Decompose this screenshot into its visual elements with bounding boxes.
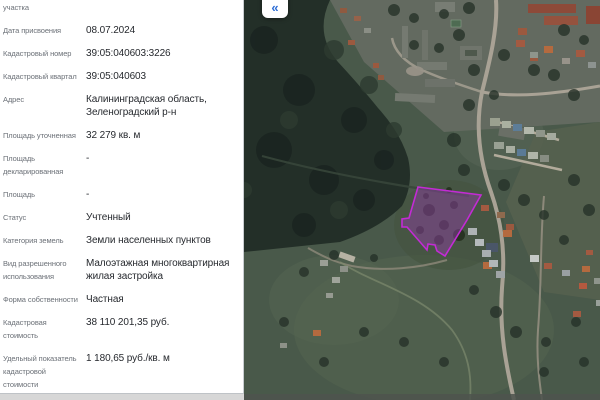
- attribute-label: Форма собственности: [3, 293, 86, 306]
- attribute-label: Кадастровая стоимость: [3, 316, 86, 342]
- attribute-label: Статус: [3, 211, 86, 224]
- attribute-value: 08.07.2024: [86, 24, 243, 37]
- attribute-row: Кадастровая стоимость 38 110 201,35 руб.: [3, 316, 243, 342]
- attribute-value: 39:05:040603:3226: [86, 47, 243, 60]
- attribute-label: Вид разрешенного использования: [3, 257, 86, 283]
- attribute-label: участка: [3, 1, 86, 14]
- attribute-value: [86, 1, 243, 14]
- attribute-value: 38 110 201,35 руб.: [86, 316, 243, 342]
- map-bottom-edge: [244, 394, 600, 400]
- attribute-row: Площадь декларированная -: [3, 152, 243, 178]
- attribute-row: Вид разрешенного использования Малоэтажн…: [3, 257, 243, 283]
- attribute-label: Кадастровый номер: [3, 47, 86, 60]
- attribute-value: -: [86, 152, 243, 178]
- attribute-value: 1 180,65 руб./кв. м: [86, 352, 243, 391]
- attribute-value: Частная: [86, 293, 243, 306]
- attribute-value: Учтенный: [86, 211, 243, 224]
- map-area[interactable]: «: [244, 0, 600, 400]
- attribute-value: Земли населенных пунктов: [86, 234, 243, 247]
- attribute-row: Адрес Калининградская область, Зеленогра…: [3, 93, 243, 119]
- attribute-label: Площадь уточненная: [3, 129, 86, 142]
- bottom-strip: [0, 393, 244, 400]
- attribute-label: Удельный показатель кадастровой стоимост…: [3, 352, 86, 391]
- satellite-imagery: [244, 0, 600, 400]
- attribute-label: Площадь декларированная: [3, 152, 86, 178]
- attribute-label: Кадастровый квартал: [3, 70, 86, 83]
- attribute-label: Дата присвоения: [3, 24, 86, 37]
- attribute-label: Категория земель: [3, 234, 86, 247]
- attribute-row: Площадь -: [3, 188, 243, 201]
- attribute-row: Площадь уточненная 32 279 кв. м: [3, 129, 243, 142]
- collapse-panel-button[interactable]: «: [262, 0, 288, 18]
- collapse-chevrons-icon: «: [271, 0, 278, 15]
- attribute-value: Малоэтажная многоквартирная жилая застро…: [86, 257, 243, 283]
- attribute-row: Кадастровый номер 39:05:040603:3226: [3, 47, 243, 60]
- attributes-list: участка Дата присвоения 08.07.2024 Кадас…: [3, 1, 243, 391]
- attribute-value: Калининградская область, Зеленоградский …: [86, 93, 243, 119]
- attribute-row: Статус Учтенный: [3, 211, 243, 224]
- attribute-value: -: [86, 188, 243, 201]
- attribute-value: 39:05:040603: [86, 70, 243, 83]
- attribute-row: Категория земель Земли населенных пункто…: [3, 234, 243, 247]
- attribute-row: Дата присвоения 08.07.2024: [3, 24, 243, 37]
- attribute-row: Удельный показатель кадастровой стоимост…: [3, 352, 243, 391]
- parcel-info-panel: участка Дата присвоения 08.07.2024 Кадас…: [0, 0, 244, 394]
- attribute-label: Адрес: [3, 93, 86, 119]
- attribute-row: участка: [3, 1, 243, 14]
- attribute-label: Площадь: [3, 188, 86, 201]
- cadastral-map-app: участка Дата присвоения 08.07.2024 Кадас…: [0, 0, 600, 400]
- attribute-row: Кадастровый квартал 39:05:040603: [3, 70, 243, 83]
- attribute-row: Форма собственности Частная: [3, 293, 243, 306]
- attribute-value: 32 279 кв. м: [86, 129, 243, 142]
